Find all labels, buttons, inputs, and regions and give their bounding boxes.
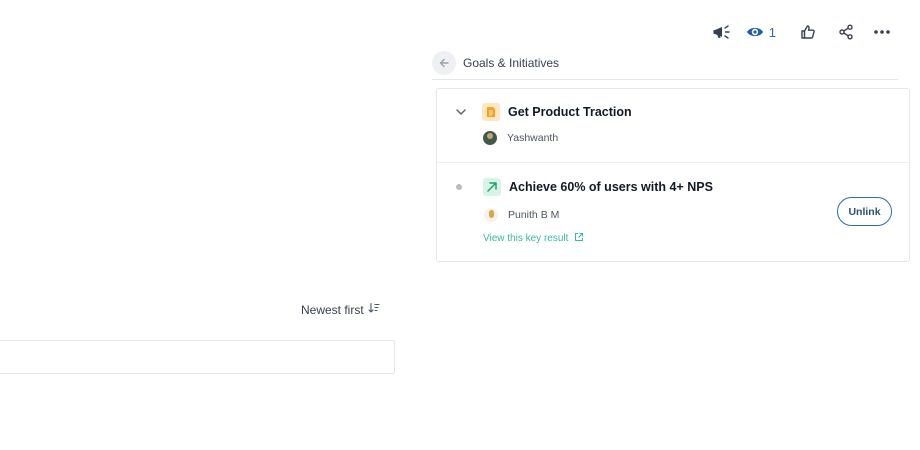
objective-owner-name: Yashwanth	[507, 132, 559, 144]
objective-icon	[482, 103, 500, 121]
bullet-dot	[456, 184, 462, 190]
objective-row	[437, 89, 909, 163]
external-link-icon	[574, 232, 584, 245]
views-button[interactable]: 1	[746, 18, 776, 46]
share-icon[interactable]	[832, 18, 860, 46]
comment-input[interactable]	[0, 340, 395, 374]
objective-title[interactable]: Get Product Traction	[508, 105, 632, 119]
objective-owner: Yashwanth	[483, 131, 558, 145]
avatar	[483, 131, 497, 145]
megaphone-icon[interactable]	[708, 18, 736, 46]
goals-title: Goals & Initiatives	[463, 55, 560, 70]
views-count: 1	[768, 24, 776, 40]
view-key-result-label: View this key result	[483, 233, 569, 244]
thumbs-up-icon[interactable]	[794, 18, 822, 46]
arrow-left-icon[interactable]	[432, 50, 456, 75]
sort-descending-icon	[368, 302, 380, 317]
key-result-owner-name: Punith B M	[508, 209, 560, 221]
sort-button[interactable]: Newest first	[301, 302, 380, 317]
chevron-down-icon[interactable]	[454, 105, 468, 119]
activity-toolbar: 1	[708, 18, 896, 46]
unlink-button[interactable]: Unlink	[837, 197, 892, 226]
eye-icon	[746, 25, 764, 39]
sort-label: Newest first	[301, 302, 364, 317]
key-result-owner: Punith B M	[484, 208, 559, 222]
more-horizontal-icon[interactable]	[868, 18, 896, 46]
goals-header: Goals & Initiatives	[432, 50, 898, 80]
key-result-title[interactable]: Achieve 60% of users with 4+ NPS	[509, 180, 713, 194]
view-key-result-link[interactable]: View this key result	[483, 232, 584, 245]
goals-card: Get Product Traction Yashwanth Achieve 6…	[436, 88, 910, 262]
trend-up-icon	[483, 178, 501, 196]
avatar	[484, 208, 498, 222]
